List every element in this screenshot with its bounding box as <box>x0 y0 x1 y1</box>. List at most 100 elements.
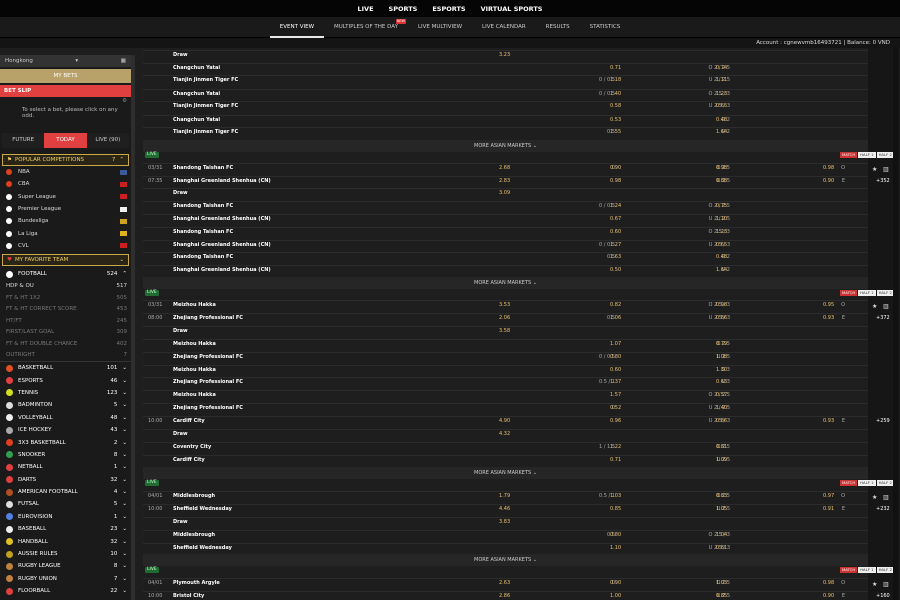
odds-value[interactable]: 0.50 <box>610 267 621 273</box>
odds-value[interactable]: 0.48 <box>716 117 727 123</box>
sport-item[interactable]: SNOOKER 8 ⌄ <box>0 449 131 461</box>
odds-value[interactable]: 1.11 <box>716 77 727 83</box>
odds-value[interactable]: 0.81 <box>716 545 727 551</box>
competition-item[interactable]: Premier League <box>0 203 131 215</box>
market-item[interactable]: FIRST/LAST GOAL 309 <box>0 326 131 338</box>
sidebar-scroll-thumb[interactable] <box>131 55 135 600</box>
odds-value[interactable]: 0.93 <box>823 315 834 321</box>
more-asian-markets-button[interactable]: MORE ASIAN MARKETS ⌄ <box>143 554 868 566</box>
market-item[interactable]: HDP & OU 517 <box>0 280 131 292</box>
competition-item[interactable]: Bundesliga <box>0 215 131 227</box>
sport-item[interactable]: FLOORBALL 22 ⌄ <box>0 585 131 597</box>
period-tab[interactable]: HALF 1 <box>858 152 876 158</box>
odds-value[interactable]: 1.10 <box>610 545 621 551</box>
period-tab[interactable]: MATCH <box>840 480 858 486</box>
subnav-tab[interactable]: RESULTS <box>536 17 580 38</box>
odds-value[interactable]: 1.04 <box>716 532 727 538</box>
odds-value[interactable]: 0.98 <box>716 165 727 171</box>
odds-value[interactable]: 1.08 <box>716 354 727 360</box>
calculator-icon[interactable]: ▦ <box>121 58 126 64</box>
odds-value[interactable]: 0.74 <box>716 65 727 71</box>
odds-value[interactable]: 1.63 <box>610 254 621 260</box>
odds-value[interactable]: 0.53 <box>610 117 621 123</box>
period-tab[interactable]: HALF 2 <box>876 480 894 486</box>
market-item[interactable]: FT & HT 1X2 505 <box>0 292 131 304</box>
odds-value[interactable]: 4.46 <box>499 506 510 512</box>
odds-value[interactable]: 1.07 <box>610 341 621 347</box>
period-tab[interactable]: HALF 1 <box>858 480 876 486</box>
sport-item[interactable]: VOLLEYBALL 48 ⌄ <box>0 412 131 424</box>
odds-value[interactable]: 1.55 <box>610 129 621 135</box>
sport-item[interactable]: TENNIS 123 ⌄ <box>0 387 131 399</box>
odds-value[interactable]: 1.23 <box>716 229 727 235</box>
market-item[interactable]: FT & HT CORRECT SCORE 453 <box>0 303 131 315</box>
sport-item[interactable]: NETBALL 1 ⌄ <box>0 461 131 473</box>
odds-value[interactable]: 1.06 <box>610 315 621 321</box>
sport-item[interactable]: BADMINTON 5 ⌄ <box>0 399 131 411</box>
odds-value[interactable]: 1.40 <box>716 405 727 411</box>
odds-value[interactable]: 0.48 <box>716 254 727 260</box>
competition-item[interactable]: Super League <box>0 191 131 203</box>
more-bets-count[interactable]: +160 <box>876 593 890 599</box>
bet-slip-header[interactable]: BET SLIP <box>0 85 131 97</box>
odds-value[interactable]: 1.23 <box>716 91 727 97</box>
sport-item[interactable]: ICE HOCKEY 43 ⌄ <box>0 424 131 436</box>
odds-value[interactable]: 1.24 <box>610 203 621 209</box>
odds-value[interactable]: 0.95 <box>823 302 834 308</box>
settings-icon[interactable]: ⚙ <box>122 98 127 104</box>
odds-value[interactable]: 0.52 <box>610 405 621 411</box>
odds-value[interactable]: 1.40 <box>610 91 621 97</box>
odds-value[interactable]: 1.00 <box>610 593 621 599</box>
odds-value[interactable]: 1.22 <box>610 444 621 450</box>
sport-item[interactable]: ESPORTS 46 ⌄ <box>0 374 131 386</box>
odds-value[interactable]: 0.98 <box>610 178 621 184</box>
odds-value[interactable]: 3.58 <box>499 328 510 334</box>
star-icon[interactable]: ★ <box>872 494 877 501</box>
sport-item[interactable]: RUGBY UNION 7 ⌄ <box>0 573 131 585</box>
filter-tab[interactable]: FUTURE <box>2 133 45 148</box>
odds-value[interactable]: 1.37 <box>610 379 621 385</box>
odds-value[interactable]: 1.03 <box>716 580 727 586</box>
odds-value[interactable]: 2.86 <box>499 593 510 599</box>
favorite-team-header[interactable]: ♥ MY FAVORITE TEAM ⌄ <box>2 254 129 267</box>
odds-value[interactable]: 0.63 <box>716 379 727 385</box>
topnav-item[interactable]: VIRTUAL SPORTS <box>481 5 543 13</box>
odds-value[interactable]: 0.90 <box>610 165 621 171</box>
sidebar-scrollbar[interactable] <box>131 55 135 600</box>
odds-value[interactable]: 0.80 <box>610 354 621 360</box>
sport-item[interactable]: AMERICAN FOOTBALL 4 ⌄ <box>0 486 131 498</box>
sport-item[interactable]: DARTS 32 ⌄ <box>0 473 131 485</box>
period-tab[interactable]: HALF 2 <box>876 567 894 573</box>
odds-value[interactable]: 0.75 <box>716 203 727 209</box>
odds-value[interactable]: 0.71 <box>610 65 621 71</box>
competition-item[interactable]: CBA <box>0 178 131 190</box>
football-header[interactable]: FOOTBALL 524 ⌃ <box>0 268 131 280</box>
period-tab[interactable]: MATCH <box>840 152 858 158</box>
more-bets-count[interactable]: +232 <box>876 506 890 512</box>
topnav-item[interactable]: ESPORTS <box>432 5 465 13</box>
topnav-item[interactable]: SPORTS <box>389 5 418 13</box>
odds-value[interactable]: 0.57 <box>716 392 727 398</box>
odds-value[interactable]: 0.60 <box>610 229 621 235</box>
more-bets-count[interactable]: +352 <box>876 178 890 184</box>
odds-value[interactable]: 0.97 <box>823 493 834 499</box>
odds-value[interactable]: 2.06 <box>499 315 510 321</box>
odds-value[interactable]: 1.10 <box>716 216 727 222</box>
topnav-item[interactable]: LIVE <box>357 5 373 13</box>
stats-icon[interactable]: ▥ <box>883 581 889 588</box>
odds-value[interactable]: 0.81 <box>716 444 727 450</box>
odds-value[interactable]: 0.83 <box>716 493 727 499</box>
period-tab[interactable]: HALF 1 <box>858 567 876 573</box>
odds-value[interactable]: 0.80 <box>610 532 621 538</box>
odds-value[interactable]: 4.32 <box>499 431 510 437</box>
odds-value[interactable]: 0.90 <box>610 580 621 586</box>
odds-value[interactable]: 0.65 <box>716 242 727 248</box>
odds-value[interactable]: 0.79 <box>716 341 727 347</box>
market-item[interactable]: HT/FT 245 <box>0 315 131 327</box>
odds-value[interactable]: 1.27 <box>610 242 621 248</box>
more-asian-markets-button[interactable]: MORE ASIAN MARKETS ⌄ <box>143 277 868 289</box>
competition-item[interactable]: CVL <box>0 240 131 252</box>
competition-item[interactable]: La Liga <box>0 227 131 239</box>
odds-value[interactable]: 0.86 <box>716 418 727 424</box>
stats-icon[interactable]: ▥ <box>883 494 889 501</box>
